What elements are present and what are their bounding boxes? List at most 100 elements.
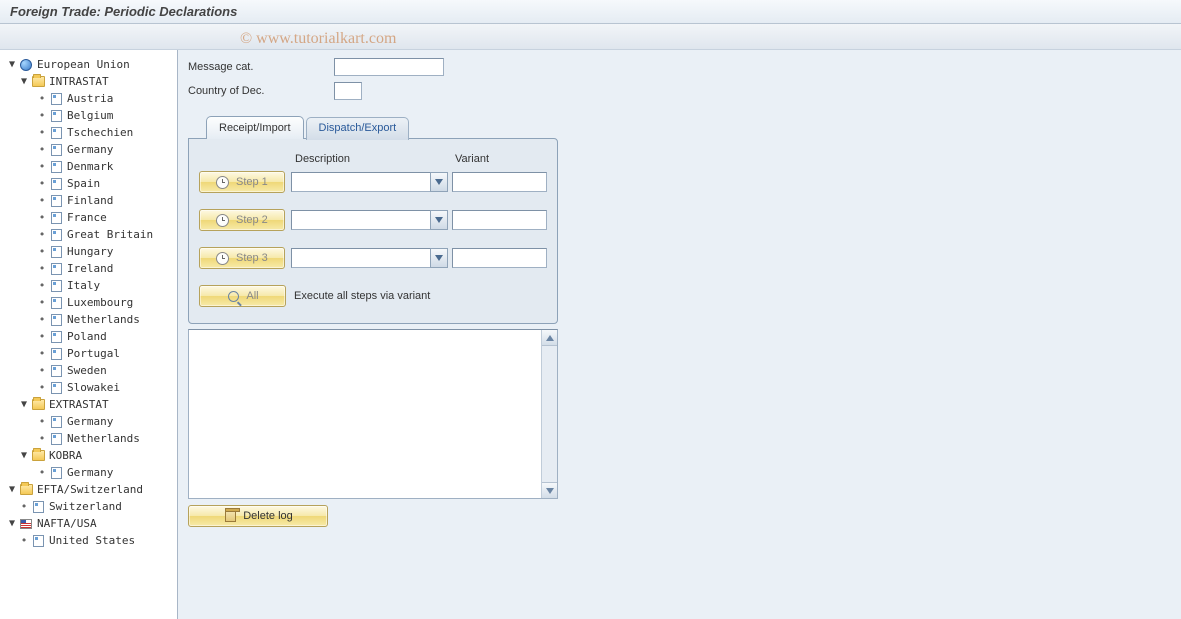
bullet-icon: • bbox=[36, 313, 48, 326]
step-1-button[interactable]: Step 1 bbox=[199, 171, 285, 193]
tree-label: France bbox=[66, 211, 107, 224]
bullet-icon: • bbox=[36, 194, 48, 207]
expand-icon[interactable]: ▼ bbox=[6, 484, 18, 495]
tree-label: Poland bbox=[66, 330, 107, 343]
country-input[interactable] bbox=[334, 82, 362, 100]
tab-dispatch-export[interactable]: Dispatch/Export bbox=[306, 117, 410, 140]
expand-icon[interactable]: ▼ bbox=[18, 399, 30, 410]
tree-item[interactable]: •Hungary bbox=[2, 243, 175, 260]
tree-label: Portugal bbox=[66, 347, 120, 360]
tree-item[interactable]: •Netherlands bbox=[2, 311, 175, 328]
message-cat-label: Message cat. bbox=[188, 61, 334, 73]
bullet-icon: • bbox=[18, 534, 30, 547]
bullet-icon: • bbox=[36, 160, 48, 173]
button-label: Step 1 bbox=[236, 176, 268, 188]
log-output[interactable] bbox=[188, 329, 558, 499]
tree-item[interactable]: • Germany bbox=[2, 141, 175, 158]
tree-label: Germany bbox=[66, 143, 113, 156]
tree-folder-efta[interactable]: ▼ EFTA/Switzerland bbox=[2, 481, 175, 498]
document-icon bbox=[48, 279, 64, 293]
step-1-variant-input[interactable] bbox=[452, 172, 547, 192]
navigation-tree[interactable]: ▼ European Union ▼ INTRASTAT •Austria •B… bbox=[0, 50, 178, 619]
tree-item[interactable]: • Finland bbox=[2, 192, 175, 209]
tab-spacer bbox=[188, 116, 206, 139]
button-label: Delete log bbox=[243, 510, 293, 522]
tree-item[interactable]: •Spain bbox=[2, 175, 175, 192]
document-icon bbox=[48, 296, 64, 310]
step-3-variant-input[interactable] bbox=[452, 248, 547, 268]
country-label: Country of Dec. bbox=[188, 85, 334, 97]
tree-folder-kobra[interactable]: ▼ KOBRA bbox=[2, 447, 175, 464]
expand-icon[interactable]: ▼ bbox=[6, 518, 18, 529]
tree-item[interactable]: •Denmark bbox=[2, 158, 175, 175]
step-2-description-combo[interactable] bbox=[291, 210, 448, 230]
tabs-row: Receipt/Import Dispatch/Export bbox=[188, 116, 558, 139]
tree-label: Finland bbox=[66, 194, 113, 207]
step-3-button[interactable]: Step 3 bbox=[199, 247, 285, 269]
tab-receipt-import[interactable]: Receipt/Import bbox=[206, 116, 304, 139]
clock-icon bbox=[216, 251, 230, 265]
tree-item[interactable]: • France bbox=[2, 209, 175, 226]
tree-item[interactable]: •Tschechien bbox=[2, 124, 175, 141]
delete-log-button[interactable]: Delete log bbox=[188, 505, 328, 527]
tree-item[interactable]: •United States bbox=[2, 532, 175, 549]
tree-root-eu[interactable]: ▼ European Union bbox=[2, 56, 175, 73]
step-2-variant-input[interactable] bbox=[452, 210, 547, 230]
tree-item[interactable]: •Portugal bbox=[2, 345, 175, 362]
step-3-description-combo[interactable] bbox=[291, 248, 448, 268]
bullet-icon: • bbox=[36, 143, 48, 156]
scroll-up-icon[interactable] bbox=[542, 330, 557, 346]
clock-icon bbox=[216, 175, 230, 189]
tree-label: Tschechien bbox=[66, 126, 133, 139]
tree-label: Great Britain bbox=[66, 228, 153, 241]
button-label: Step 3 bbox=[236, 252, 268, 264]
document-icon bbox=[48, 211, 64, 225]
tree-item[interactable]: •Ireland bbox=[2, 260, 175, 277]
document-icon bbox=[48, 228, 64, 242]
tree-item[interactable]: •Germany bbox=[2, 464, 175, 481]
tree-item[interactable]: •Switzerland bbox=[2, 498, 175, 515]
tree-folder-nafta[interactable]: ▼ NAFTA/USA bbox=[2, 515, 175, 532]
document-icon bbox=[48, 330, 64, 344]
tree-item[interactable]: •Slowakei bbox=[2, 379, 175, 396]
all-button[interactable]: All bbox=[199, 285, 286, 307]
chevron-down-icon[interactable] bbox=[430, 210, 448, 230]
step-2-button[interactable]: Step 2 bbox=[199, 209, 285, 231]
tree-item[interactable]: •Belgium bbox=[2, 107, 175, 124]
tree-item[interactable]: •Great Britain bbox=[2, 226, 175, 243]
chevron-down-icon[interactable] bbox=[430, 248, 448, 268]
document-icon bbox=[48, 415, 64, 429]
chevron-down-icon[interactable] bbox=[430, 172, 448, 192]
scrollbar[interactable] bbox=[541, 330, 557, 498]
tree-folder-intrastat[interactable]: ▼ INTRASTAT bbox=[2, 73, 175, 90]
scroll-down-icon[interactable] bbox=[542, 482, 557, 498]
search-clock-icon bbox=[226, 289, 240, 303]
tree-item[interactable]: •Netherlands bbox=[2, 430, 175, 447]
clock-icon bbox=[216, 213, 230, 227]
tree-item[interactable]: •Poland bbox=[2, 328, 175, 345]
document-icon bbox=[48, 466, 64, 480]
expand-icon[interactable]: ▼ bbox=[6, 59, 18, 70]
tree-label: Ireland bbox=[66, 262, 113, 275]
combo-input[interactable] bbox=[291, 172, 430, 192]
message-cat-input[interactable] bbox=[334, 58, 444, 76]
tree-item[interactable]: •Germany bbox=[2, 413, 175, 430]
tree-label: Luxembourg bbox=[66, 296, 133, 309]
document-icon bbox=[48, 160, 64, 174]
expand-icon[interactable]: ▼ bbox=[18, 450, 30, 461]
tree-item[interactable]: •Italy bbox=[2, 277, 175, 294]
tree-item[interactable]: •Austria bbox=[2, 90, 175, 107]
tree-item[interactable]: •Luxembourg bbox=[2, 294, 175, 311]
expand-icon[interactable]: ▼ bbox=[18, 76, 30, 87]
combo-input[interactable] bbox=[291, 248, 430, 268]
step-row-all: All Execute all steps via variant bbox=[199, 285, 547, 307]
toolbar bbox=[0, 24, 1181, 50]
combo-input[interactable] bbox=[291, 210, 430, 230]
tab-body: Description Variant Step 1 bbox=[188, 138, 558, 324]
execute-all-text: Execute all steps via variant bbox=[294, 290, 430, 302]
step-1-description-combo[interactable] bbox=[291, 172, 448, 192]
tree-item[interactable]: •Sweden bbox=[2, 362, 175, 379]
tree-label: NAFTA/USA bbox=[36, 517, 97, 530]
tree-folder-extrastat[interactable]: ▼ EXTRASTAT bbox=[2, 396, 175, 413]
bullet-icon: • bbox=[36, 211, 48, 224]
